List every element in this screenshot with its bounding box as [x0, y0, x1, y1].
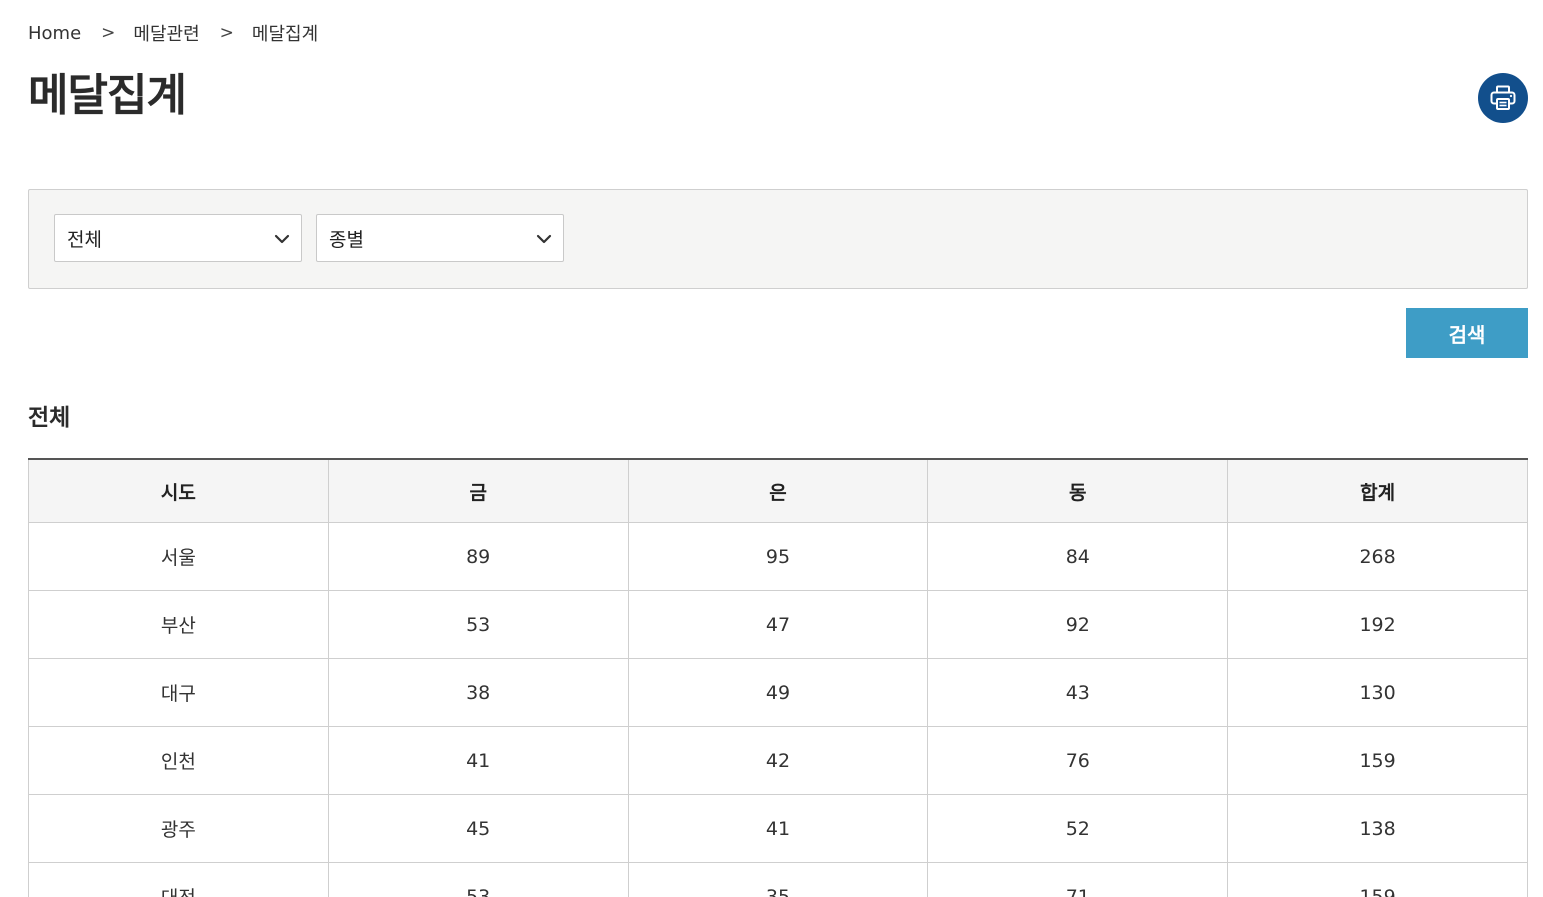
printer-icon [1490, 85, 1516, 110]
category-select[interactable]: 종별 [316, 214, 564, 262]
cell-region: 부산 [28, 590, 329, 659]
section-title: 전체 [28, 405, 71, 431]
cell-silver: 47 [627, 590, 929, 659]
cell-bronze: 43 [927, 658, 1229, 727]
cell-region: 광주 [28, 794, 329, 863]
breadcrumb: Home > 메달관련 > 메달집계 [28, 20, 318, 46]
chevron-down-icon [274, 234, 290, 244]
cell-total: 130 [1227, 658, 1528, 727]
table-row: 대전 53 35 71 159 [28, 862, 1528, 897]
category-select-value: 종별 [329, 228, 364, 251]
chevron-down-icon [536, 234, 552, 244]
cell-total: 159 [1227, 726, 1528, 795]
cell-region: 대구 [28, 658, 329, 727]
cell-gold: 53 [327, 590, 629, 659]
cell-total: 192 [1227, 590, 1528, 659]
breadcrumb-medal-related[interactable]: 메달관련 [133, 20, 199, 46]
search-button[interactable]: 검색 [1406, 308, 1528, 358]
table-row: 대구 38 49 43 130 [28, 658, 1528, 727]
cell-region: 대전 [28, 862, 329, 897]
cell-region: 서울 [28, 522, 329, 591]
cell-gold: 45 [327, 794, 629, 863]
cell-silver: 41 [627, 794, 929, 863]
column-header-gold: 금 [327, 458, 629, 523]
cell-silver: 95 [627, 522, 929, 591]
column-header-silver: 은 [627, 458, 929, 523]
breadcrumb-home[interactable]: Home [28, 23, 81, 44]
cell-bronze: 76 [927, 726, 1229, 795]
medal-summary-page: Home > 메달관련 > 메달집계 메달집계 전체 종별 검색 전체 시도 금… [0, 0, 1543, 897]
table-row: 서울 89 95 84 268 [28, 522, 1528, 591]
breadcrumb-current: 메달집계 [251, 24, 319, 45]
breadcrumb-separator: > [219, 23, 234, 43]
table-row: 인천 41 42 76 159 [28, 726, 1528, 795]
page-title: 메달집계 [28, 70, 187, 121]
print-button[interactable] [1478, 73, 1528, 123]
cell-region: 인천 [28, 726, 329, 795]
cell-gold: 89 [327, 522, 629, 591]
region-select[interactable]: 전체 [54, 214, 302, 262]
cell-gold: 41 [327, 726, 629, 795]
table-row: 부산 53 47 92 192 [28, 590, 1528, 659]
column-header-total: 합계 [1227, 458, 1528, 523]
cell-gold: 38 [327, 658, 629, 727]
cell-bronze: 52 [927, 794, 1229, 863]
cell-gold: 53 [327, 862, 629, 897]
cell-total: 138 [1227, 794, 1528, 863]
region-select-value: 전체 [67, 228, 102, 251]
breadcrumb-separator: > [101, 23, 116, 43]
cell-bronze: 71 [927, 862, 1229, 897]
cell-silver: 49 [627, 658, 929, 727]
table-header-row: 시도 금 은 동 합계 [28, 458, 1528, 523]
cell-silver: 35 [627, 862, 929, 897]
cell-silver: 42 [627, 726, 929, 795]
cell-total: 159 [1227, 862, 1528, 897]
column-header-region: 시도 [28, 458, 329, 523]
medal-table: 시도 금 은 동 합계 서울 89 95 84 268 부산 53 47 92 … [28, 458, 1528, 897]
cell-bronze: 84 [927, 522, 1229, 591]
cell-total: 268 [1227, 522, 1528, 591]
column-header-bronze: 동 [927, 458, 1229, 523]
cell-bronze: 92 [927, 590, 1229, 659]
table-row: 광주 45 41 52 138 [28, 794, 1528, 863]
filter-panel: 전체 종별 [28, 189, 1528, 289]
